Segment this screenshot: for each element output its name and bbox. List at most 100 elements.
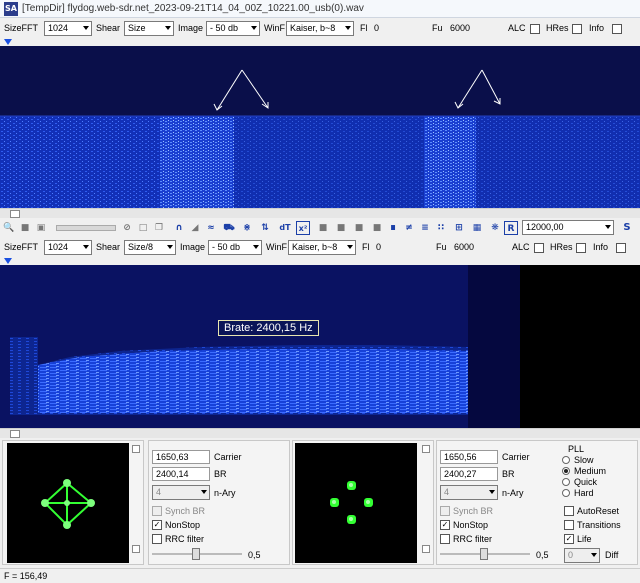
autoreset-checkbox[interactable] (564, 506, 574, 516)
synch-br-checkbox[interactable] (440, 506, 450, 516)
alc-checkbox[interactable] (530, 24, 540, 34)
chevron-down-icon (253, 245, 259, 249)
nonstop-label: NonStop (165, 520, 201, 530)
notch-icon[interactable]: ⛟ (222, 221, 236, 235)
scope-option-box[interactable] (422, 445, 430, 453)
window-icon[interactable]: □ (136, 221, 150, 235)
s-button[interactable]: S (620, 221, 634, 235)
nonstop-checkbox[interactable]: ✓ (152, 520, 162, 530)
rrc-filter-checkbox[interactable] (152, 534, 162, 544)
info-checkbox[interactable] (616, 243, 626, 253)
gear-icon[interactable]: ❋ (488, 221, 502, 235)
top-spectrogram[interactable] (0, 46, 640, 208)
scope-option-box[interactable] (132, 545, 140, 553)
ic-icon[interactable]: ≡ (418, 221, 432, 235)
diff-select[interactable]: 0 (564, 548, 600, 563)
synch-br-checkbox[interactable] (152, 506, 162, 516)
filter-icon[interactable]: ◢ (188, 221, 202, 235)
frequency-marker[interactable] (4, 258, 12, 264)
transitions-label: Transitions (577, 520, 621, 530)
bottom-horizontal-scrollbar[interactable] (0, 428, 640, 438)
carrier-input[interactable]: 1650,63 (152, 450, 210, 464)
gray-square-icon[interactable]: ■ (352, 221, 366, 235)
x2-icon[interactable]: x² (296, 221, 310, 235)
chevron-down-icon (347, 245, 353, 249)
stop-icon[interactable]: ■ (18, 221, 32, 235)
radio-button[interactable] (562, 478, 570, 486)
nary-select[interactable]: 4 (152, 485, 210, 500)
r-button[interactable]: R (504, 221, 518, 235)
gray-square-icon[interactable]: ■ (370, 221, 384, 235)
winf-select[interactable]: Kaiser, b~8 (286, 21, 354, 36)
scope-option-box[interactable] (422, 545, 430, 553)
hres-checkbox[interactable] (576, 243, 586, 253)
top-spectrogram-canvas (0, 46, 640, 208)
phase-icon[interactable]: ▦ (470, 221, 484, 235)
copy-icon[interactable]: ❐ (152, 221, 166, 235)
nary-select[interactable]: 4 (440, 485, 498, 500)
info-checkbox[interactable] (612, 24, 622, 34)
slider-knob[interactable] (192, 548, 200, 560)
top-control-bar: SizeFFT 1024 Shear Size Image - 50 db Wi… (0, 19, 640, 39)
constellation-point (64, 500, 70, 506)
shear-label: Shear (96, 242, 121, 252)
rrc-slider[interactable] (440, 548, 530, 560)
slider-knob[interactable] (480, 548, 488, 560)
fu-field[interactable]: 6000 (452, 240, 500, 254)
grid-icon[interactable]: ⊞ (452, 221, 466, 235)
image-label: Image (178, 23, 204, 33)
frequency-marker[interactable] (4, 39, 12, 45)
nary-label: n-Ary (214, 488, 236, 498)
scrollbar-thumb[interactable] (10, 430, 20, 438)
fu-field[interactable]: 6000 (448, 21, 496, 35)
radio-button[interactable] (562, 467, 570, 475)
rrc-slider[interactable] (152, 548, 242, 560)
record-icon[interactable]: ▣ (34, 221, 48, 235)
nonstop-checkbox[interactable]: ✓ (440, 520, 450, 530)
image-label: Image (180, 242, 206, 252)
br-input[interactable]: 2400,14 (152, 467, 210, 481)
sizefft-select[interactable]: 1024 (44, 240, 92, 255)
radio-button[interactable] (562, 489, 570, 497)
bandpass-icon[interactable]: ∩ (172, 221, 186, 235)
shear-select[interactable]: Size/8 (124, 240, 176, 255)
dt-icon[interactable]: dT (278, 221, 292, 235)
zoom-icon[interactable]: 🔍 (2, 221, 16, 235)
image-select[interactable]: - 50 db (206, 21, 260, 36)
gray-square-icon[interactable]: ■ (334, 221, 348, 235)
cancel-icon[interactable]: ⊘ (120, 221, 134, 235)
frequency-select[interactable]: 12000,00 (522, 220, 614, 235)
info-label: Info (593, 242, 609, 252)
winf-select[interactable]: Kaiser, b~8 (288, 240, 356, 255)
autocorr-icon[interactable]: ⋇ (240, 221, 254, 235)
bars-icon[interactable]: ∎ (386, 221, 400, 235)
radio-button[interactable] (562, 456, 570, 464)
scope-option-box[interactable] (132, 445, 140, 453)
synch-br-label: Synch BR (165, 506, 206, 516)
sort-icon[interactable]: ⇅ (258, 221, 272, 235)
pattern-icon[interactable]: ∷ (434, 221, 448, 235)
constellation-point (349, 483, 353, 487)
title-bar: SA [TempDir] flydog.web-sdr.net_2023-09-… (0, 0, 640, 18)
rrc-filter-checkbox[interactable] (440, 534, 450, 544)
sizefft-select[interactable]: 1024 (44, 21, 92, 36)
transitions-checkbox[interactable] (564, 520, 574, 530)
life-checkbox[interactable]: ✓ (564, 534, 574, 544)
chevron-down-icon (165, 26, 171, 30)
square-icon[interactable]: ■ (316, 221, 330, 235)
wave-icon[interactable]: ≈ (204, 221, 218, 235)
fl-field[interactable]: 0 (374, 240, 422, 254)
bottom-spectrogram[interactable]: Brate: 2400,15 Hz (0, 265, 640, 428)
br-label: BR (502, 469, 515, 479)
iq-icon[interactable]: ≠ (402, 221, 416, 235)
top-horizontal-scrollbar[interactable] (0, 208, 640, 218)
carrier-input[interactable]: 1650,56 (440, 450, 498, 464)
shear-select[interactable]: Size (124, 21, 174, 36)
fl-field[interactable]: 0 (372, 21, 420, 35)
hres-checkbox[interactable] (572, 24, 582, 34)
image-select[interactable]: - 50 db (208, 240, 262, 255)
br-input[interactable]: 2400,27 (440, 467, 498, 481)
alc-checkbox[interactable] (534, 243, 544, 253)
chevron-down-icon (605, 225, 611, 229)
scrollbar-thumb[interactable] (10, 210, 20, 218)
